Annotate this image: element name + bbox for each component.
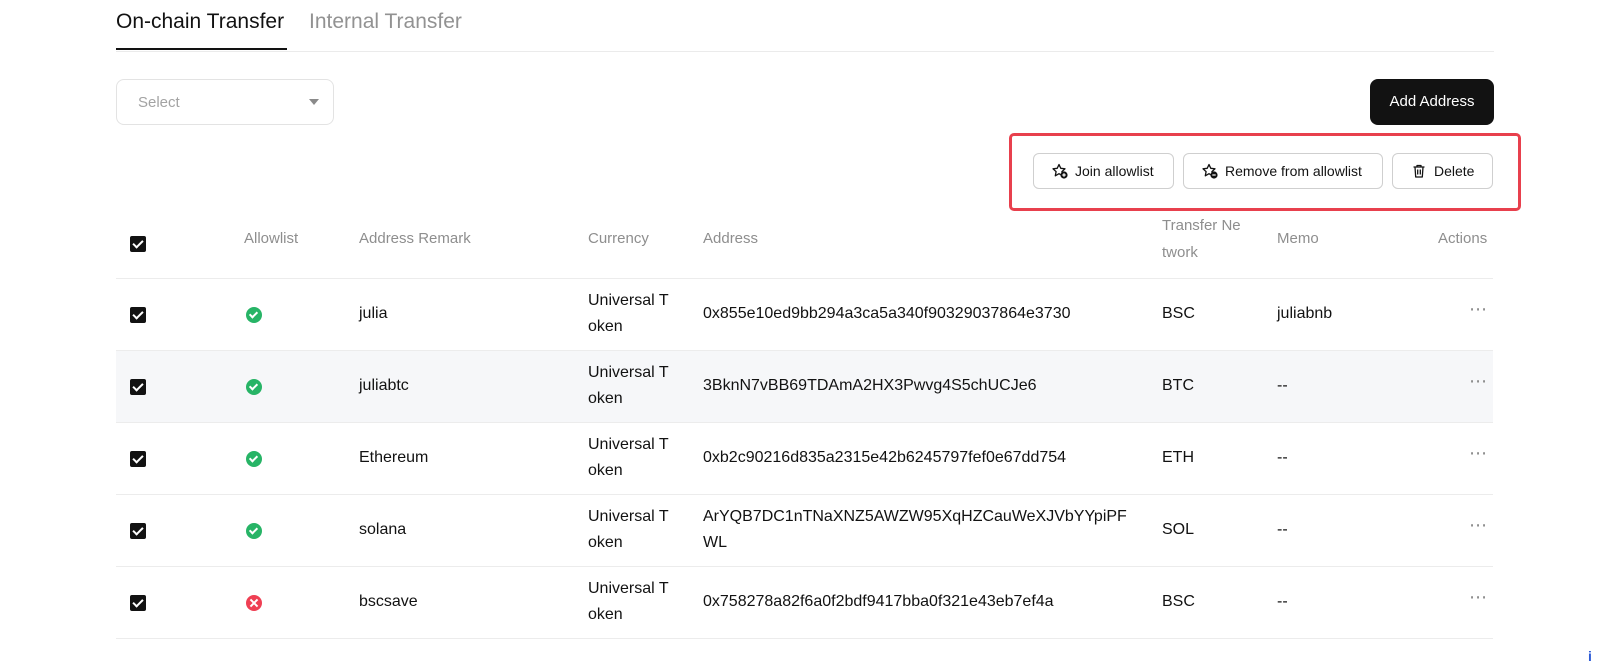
address-value: 0x855e10ed9bb294a3ca5a340f90329037864e37… — [703, 305, 1071, 322]
address-remark: Ethereum — [359, 449, 429, 466]
header-transfer-network-line1: Transfer Ne — [1162, 217, 1241, 234]
more-actions-icon[interactable]: ⋯ — [1469, 443, 1488, 464]
tab-on-chain-transfer[interactable]: On-chain Transfer — [116, 10, 284, 34]
header-address-remark: Address Remark — [359, 230, 471, 247]
currency-line2: oken — [588, 534, 623, 551]
address-remark: bscsave — [359, 593, 418, 610]
transfer-network: SOL — [1162, 521, 1195, 538]
header-allowlist: Allowlist — [244, 230, 299, 247]
active-tab-underline — [116, 48, 287, 50]
star-minus-icon — [1202, 163, 1218, 179]
currency-line2: oken — [588, 606, 623, 623]
more-actions-icon[interactable]: ⋯ — [1469, 587, 1488, 608]
address-value: 3BknN7vBB69TDAmA2HX3Pwvg4S5chUCJe6 — [703, 377, 1037, 394]
allowlisted-check-icon — [246, 307, 262, 323]
currency-line2: oken — [588, 462, 623, 479]
memo-value: -- — [1277, 449, 1288, 466]
select-placeholder: Select — [138, 94, 180, 111]
address-value: 0xb2c90216d835a2315e42b6245797fef0e67dd7… — [703, 449, 1067, 466]
row-checkbox[interactable] — [130, 523, 146, 539]
header-currency: Currency — [588, 230, 649, 247]
memo-value: -- — [1277, 521, 1288, 538]
tab-internal-transfer[interactable]: Internal Transfer — [309, 10, 462, 34]
add-address-button[interactable]: Add Address — [1370, 79, 1494, 125]
join-allowlist-button[interactable]: Join allowlist — [1033, 153, 1174, 189]
currency-line1: Universal T — [588, 508, 669, 525]
transfer-tabs: On-chain Transfer Internal Transfer — [116, 0, 1494, 52]
row-checkbox[interactable] — [130, 451, 146, 467]
delete-label: Delete — [1434, 163, 1475, 179]
currency-line1: Universal T — [588, 436, 669, 453]
allowlisted-check-icon — [246, 523, 262, 539]
header-actions: Actions — [1438, 230, 1488, 247]
more-actions-icon[interactable]: ⋯ — [1469, 299, 1488, 320]
currency-line2: oken — [588, 318, 623, 335]
currency-line2: oken — [588, 390, 623, 407]
caret-down-icon — [309, 99, 319, 105]
header-address: Address — [703, 230, 759, 247]
allowlisted-check-icon — [246, 451, 262, 467]
address-remark: juliabtc — [359, 377, 409, 394]
header-transfer-network-line2: twork — [1162, 244, 1198, 261]
address-remark: julia — [359, 305, 388, 322]
star-plus-icon — [1052, 163, 1068, 179]
transfer-network: BSC — [1162, 305, 1195, 322]
memo-value: -- — [1277, 593, 1288, 610]
table-row[interactable]: bscsave Universal T oken 0x758278a82f6a0f2b… — [116, 567, 1493, 639]
join-allowlist-label: Join allowlist — [1075, 163, 1154, 179]
address-remark: solana — [359, 521, 407, 538]
corner-logo-fragment: i — [1588, 648, 1592, 664]
table-row[interactable]: solana Universal T oken ArYQB7DC1nTNaXNZ5AW… — [116, 495, 1493, 567]
transfer-network: BTC — [1162, 377, 1194, 394]
table-row[interactable]: Ethereum Universal T oken 0xb2c90216d835a23… — [116, 423, 1493, 495]
currency-filter-select[interactable]: Select — [116, 79, 334, 125]
table-row[interactable]: julia Universal T oken 0x855e10ed9bb294a3ca… — [116, 279, 1493, 351]
more-actions-icon[interactable]: ⋯ — [1469, 371, 1488, 392]
header-memo: Memo — [1277, 230, 1319, 247]
currency-line1: Universal T — [588, 580, 669, 597]
address-value-line2: WL — [703, 534, 727, 551]
more-actions-icon[interactable]: ⋯ — [1469, 515, 1488, 536]
remove-from-allowlist-button[interactable]: Remove from allowlist — [1183, 153, 1383, 189]
currency-line1: Universal T — [588, 292, 669, 309]
address-value: ArYQB7DC1nTNaXNZ5AWZW95XqHZCauWeXJVbYYpi… — [703, 508, 1127, 525]
address-value: 0x758278a82f6a0f2bdf9417bba0f321e43eb7ef… — [703, 593, 1054, 610]
table-row[interactable]: juliabtc Universal T oken 3BknN7vBB69TDAmA2… — [116, 351, 1493, 423]
memo-value: juliabnb — [1277, 305, 1333, 322]
currency-line1: Universal T — [588, 364, 669, 381]
row-checkbox[interactable] — [130, 595, 146, 611]
row-checkbox[interactable] — [130, 379, 146, 395]
select-all-checkbox[interactable] — [130, 236, 146, 252]
allowlisted-check-icon — [246, 379, 262, 395]
row-checkbox[interactable] — [130, 307, 146, 323]
transfer-network: ETH — [1162, 449, 1194, 466]
memo-value: -- — [1277, 377, 1288, 394]
remove-from-allowlist-label: Remove from allowlist — [1225, 163, 1362, 179]
trash-icon — [1413, 164, 1425, 178]
transfer-network: BSC — [1162, 593, 1195, 610]
delete-button[interactable]: Delete — [1392, 153, 1493, 189]
not-allowlisted-x-icon — [246, 595, 262, 611]
